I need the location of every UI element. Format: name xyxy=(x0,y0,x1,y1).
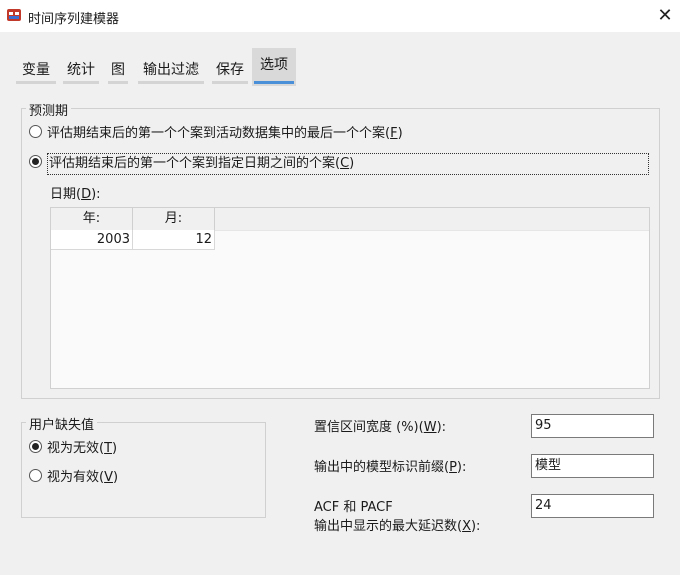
radio-button[interactable] xyxy=(29,469,42,482)
year-cell[interactable]: 2003 xyxy=(51,230,133,250)
date-grid[interactable]: 年: 月: 2003 12 xyxy=(50,207,650,389)
window-title: 时间序列建模器 xyxy=(28,12,120,27)
max-lag-input[interactable]: 24 xyxy=(531,494,654,518)
radio-button[interactable] xyxy=(29,125,42,138)
header-filler xyxy=(215,208,649,231)
forecast-to-last-case-option[interactable]: 评估期结束后的第一个个案到活动数据集中的最后一个个案(F) xyxy=(29,124,403,144)
radio-button-selected[interactable] xyxy=(29,440,42,453)
radio-button-selected[interactable] xyxy=(29,155,42,168)
forecast-to-date-option[interactable]: 评估期结束后的第一个个案到指定日期之间的个案(C) xyxy=(29,153,649,175)
year-column-header: 年: xyxy=(51,208,133,230)
tab-statistics[interactable]: 统计 xyxy=(61,56,101,84)
confidence-interval-input[interactable]: 95 xyxy=(531,414,654,438)
max-lag-label: 输出中显示的最大延迟数(X): xyxy=(314,519,481,534)
date-label: 日期(D): xyxy=(50,187,101,202)
month-column-header: 月: xyxy=(133,208,215,230)
app-icon xyxy=(7,9,21,21)
close-icon[interactable]: ✕ xyxy=(650,2,680,30)
treat-as-invalid-option[interactable]: 视为无效(T) xyxy=(29,439,117,459)
tab-plots[interactable]: 图 xyxy=(106,56,130,84)
tab-variables[interactable]: 变量 xyxy=(14,56,58,84)
confidence-interval-label: 置信区间宽度 (%)(W): xyxy=(314,420,447,435)
max-lag-label-line1: ACF 和 PACF xyxy=(314,500,393,515)
tab-options[interactable]: 选项 xyxy=(252,48,296,86)
model-prefix-input[interactable]: 模型 xyxy=(531,454,654,478)
title-bar: 时间序列建模器 ✕ xyxy=(0,0,680,32)
treat-as-valid-option[interactable]: 视为有效(V) xyxy=(29,468,118,488)
user-missing-legend: 用户缺失值 xyxy=(26,414,98,433)
model-prefix-label: 输出中的模型标识前缀(P): xyxy=(314,460,467,475)
tab-output-filter[interactable]: 输出过滤 xyxy=(136,56,206,84)
forecast-period-legend: 预测期 xyxy=(26,100,72,119)
tab-save[interactable]: 保存 xyxy=(210,56,250,84)
month-cell[interactable]: 12 xyxy=(133,230,215,250)
